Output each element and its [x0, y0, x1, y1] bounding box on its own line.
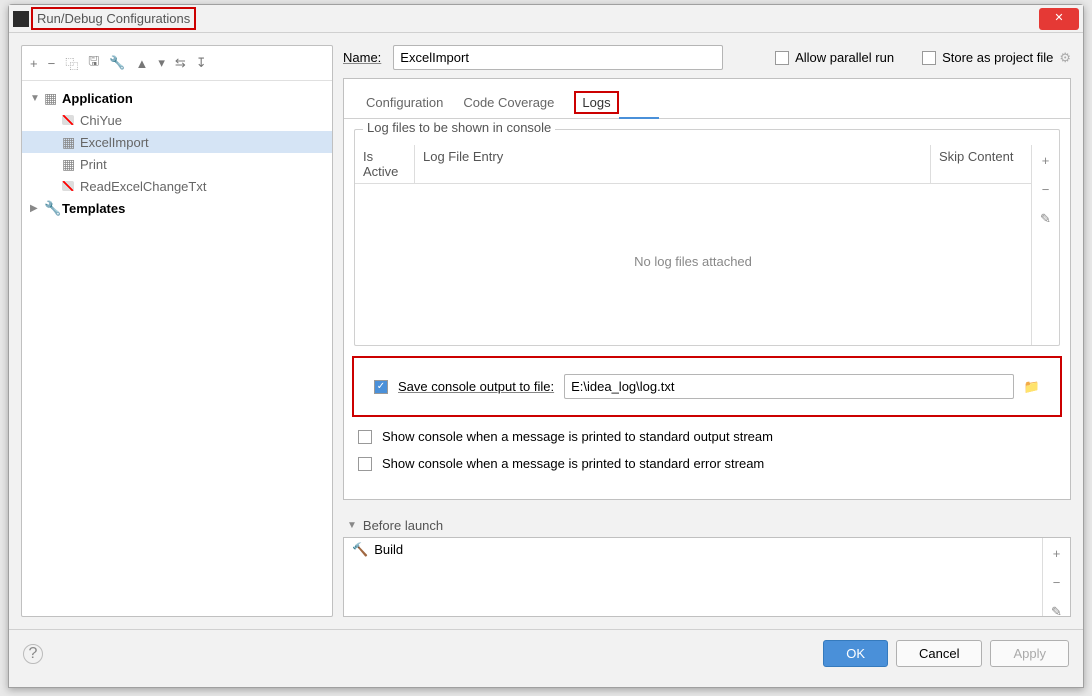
save-output-checkbox[interactable]: ✓	[374, 380, 388, 394]
app-type-icon: ▦	[44, 90, 62, 107]
tree-item-readexcel[interactable]: ReadExcelChangeTxt	[22, 175, 332, 197]
save-icon[interactable]: 🖫	[88, 52, 99, 74]
save-output-label: Save console output to file:	[398, 379, 554, 394]
list-toolbar: + − ⿻ 🖫 🔧 ▲ ▾ ⇆ ↧	[22, 46, 332, 81]
collapse-icon[interactable]: ▼	[347, 520, 357, 531]
run-config-icon: ▦	[62, 134, 80, 151]
remove-task-icon[interactable]: −	[1053, 575, 1061, 590]
before-launch-label: Before launch	[363, 518, 443, 533]
name-label: Name:	[343, 50, 381, 65]
stderr-checkbox[interactable]	[358, 457, 372, 471]
down-icon[interactable]: ▾	[158, 55, 165, 71]
stdout-checkbox[interactable]	[358, 430, 372, 444]
window-title: Run/Debug Configurations	[31, 7, 196, 30]
run-config-icon	[62, 178, 80, 194]
tab-configuration[interactable]: Configuration	[356, 89, 453, 116]
ok-button[interactable]: OK	[823, 640, 888, 667]
tree-node-templates[interactable]: ▶ 🔧 Templates	[22, 197, 332, 219]
up-icon[interactable]: ▲	[135, 56, 148, 71]
help-icon[interactable]: ?	[23, 644, 43, 664]
expand-icon[interactable]: ▶	[30, 203, 44, 214]
run-config-icon	[62, 112, 80, 128]
cancel-button[interactable]: Cancel	[896, 640, 982, 667]
templates-label: Templates	[62, 201, 125, 216]
tabs: Configuration Code Coverage Logs	[344, 87, 1070, 119]
stdout-label: Show console when a message is printed t…	[382, 429, 773, 444]
templates-icon: 🔧	[44, 200, 62, 217]
add-log-icon[interactable]: +	[1042, 153, 1050, 168]
apply-button[interactable]: Apply	[990, 640, 1069, 667]
expand-icon[interactable]: ▼	[30, 93, 44, 104]
app-label: Application	[62, 91, 133, 106]
tree-item-chiyue[interactable]: ChiYue	[22, 109, 332, 131]
edit-task-icon[interactable]: ✎	[1051, 604, 1062, 620]
tree-item-excelimport[interactable]: ▦ExcelImport	[22, 131, 332, 153]
remove-icon[interactable]: −	[48, 56, 56, 71]
build-task-row[interactable]: 🔨Build	[344, 538, 1042, 616]
remove-log-icon[interactable]: −	[1042, 182, 1050, 197]
before-launch-list: 🔨Build + − ✎	[343, 537, 1071, 617]
sort-icon[interactable]: ↧	[196, 55, 207, 71]
close-button[interactable]: ✕	[1039, 8, 1079, 30]
gear-icon[interactable]: ⚙	[1059, 50, 1071, 66]
save-output-path[interactable]	[564, 374, 1014, 399]
config-tree: ▼ ▦ Application ChiYue ▦ExcelImport ▦Pri…	[22, 81, 332, 225]
copy-icon[interactable]: ⿻	[65, 54, 78, 73]
name-input[interactable]	[393, 45, 723, 70]
add-icon[interactable]: +	[30, 56, 38, 71]
log-files-section: Log files to be shown in console Is Acti…	[354, 129, 1060, 346]
log-table-header: Is Active Log File Entry Skip Content	[355, 145, 1031, 184]
tab-code-coverage[interactable]: Code Coverage	[453, 89, 564, 116]
wrench-icon[interactable]: 🔧	[109, 55, 125, 71]
edit-log-icon[interactable]: ✎	[1040, 211, 1051, 227]
log-empty-text: No log files attached	[355, 184, 1031, 339]
titlebar: Run/Debug Configurations ✕	[9, 5, 1083, 33]
folder-toggle-icon[interactable]: ⇆	[175, 55, 186, 71]
stderr-label: Show console when a message is printed t…	[382, 456, 764, 471]
store-project-checkbox[interactable]: Store as project file⚙	[922, 50, 1071, 66]
allow-parallel-checkbox[interactable]: Allow parallel run	[775, 50, 894, 65]
run-config-icon: ▦	[62, 156, 80, 173]
browse-folder-icon[interactable]: 📁	[1024, 379, 1040, 395]
app-icon	[13, 11, 29, 27]
tree-item-print[interactable]: ▦Print	[22, 153, 332, 175]
config-list-panel: + − ⿻ 🖫 🔧 ▲ ▾ ⇆ ↧ ▼ ▦ Application ChiYue…	[21, 45, 333, 617]
tree-node-application[interactable]: ▼ ▦ Application	[22, 87, 332, 109]
tab-logs[interactable]: Logs	[564, 89, 628, 116]
log-section-legend: Log files to be shown in console	[363, 120, 555, 135]
hammer-icon: 🔨	[352, 542, 368, 558]
add-task-icon[interactable]: +	[1053, 546, 1061, 561]
